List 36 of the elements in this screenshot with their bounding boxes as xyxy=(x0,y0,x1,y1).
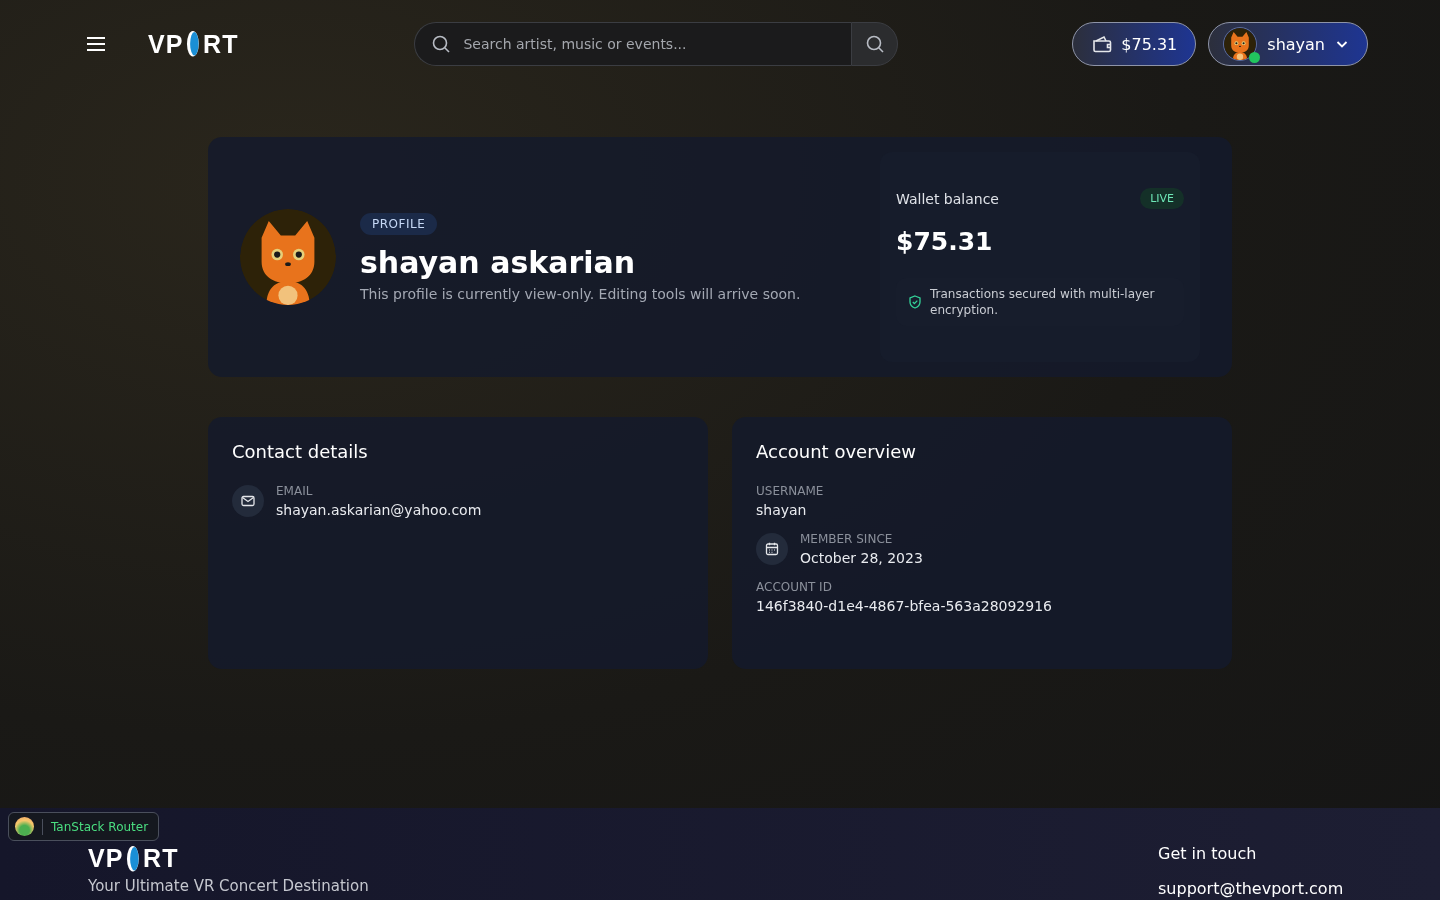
calendar-icon xyxy=(756,533,788,565)
field-value: 146f3840-d1e4-4867-bfea-563a28092916 xyxy=(756,598,1052,614)
card-title: Account overview xyxy=(756,441,917,462)
wallet-icon xyxy=(1091,34,1114,54)
island-logo-icon xyxy=(15,817,34,836)
search-field[interactable]: Search artist, music or events... xyxy=(414,22,852,66)
wallet-label: Wallet balance xyxy=(896,190,999,207)
search-input[interactable]: Search artist, music or events... xyxy=(461,35,852,53)
profile-note: This profile is currently view-only. Editing tools will arrive soon. xyxy=(360,285,801,302)
devtools-button[interactable]: TanStack Router xyxy=(8,812,160,841)
profile-name: shayan askarian xyxy=(360,244,636,280)
security-text: Transactions secured with multi-layer encryption. xyxy=(930,286,1156,318)
mail-icon xyxy=(232,485,264,517)
wallet-button[interactable]: $75.31 xyxy=(1072,22,1197,66)
field-label: USERNAME xyxy=(756,484,824,498)
field-value: shayan xyxy=(756,502,808,518)
field-value: shayan.askarian@yahoo.com xyxy=(276,502,482,518)
search-button[interactable] xyxy=(851,22,899,66)
user-menu-button[interactable]: shayan xyxy=(1208,22,1368,66)
shield-icon xyxy=(908,295,922,309)
live-badge: LIVE xyxy=(1140,188,1184,209)
vport-logo[interactable]: VP RT xyxy=(88,844,369,873)
vport-logo[interactable]: VP RT xyxy=(148,29,239,59)
field-label: MEMBER SINCE xyxy=(800,532,894,546)
card-title: Contact details xyxy=(232,441,369,462)
field-label: EMAIL xyxy=(276,484,314,498)
contact-heading: Get in touch xyxy=(1158,844,1258,863)
wallet-amount: $75.31 xyxy=(896,227,994,256)
field-label: ACCOUNT ID xyxy=(756,580,833,594)
support-email-link[interactable]: support@thevport.com xyxy=(1158,879,1360,898)
field-value: October 28, 2023 xyxy=(800,550,923,566)
profile-badge: PROFILE xyxy=(360,212,438,235)
search-icon xyxy=(431,34,452,54)
user-avatar xyxy=(1223,27,1258,61)
footer-tagline: Your Ultimate VR Concert Destination xyxy=(88,877,369,895)
search-icon xyxy=(864,34,885,54)
